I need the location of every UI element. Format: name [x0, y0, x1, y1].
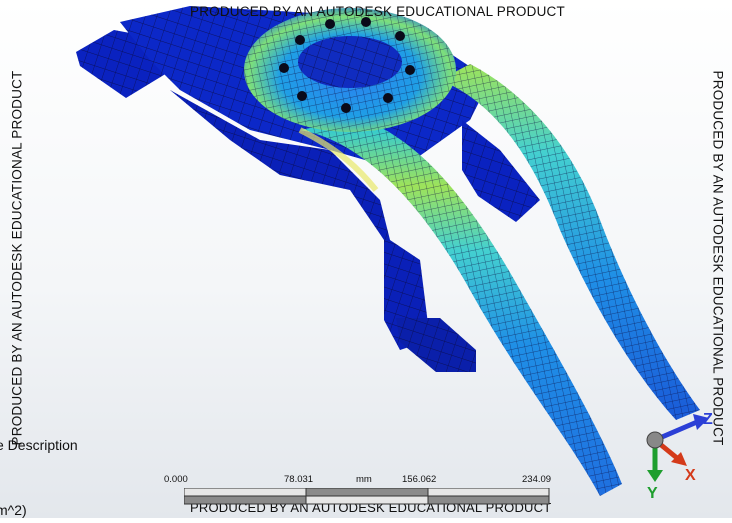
scale-tick-2: 156.062 — [402, 474, 437, 485]
watermark-top: PRODUCED BY AN AUTODESK EDUCATIONAL PROD… — [190, 4, 565, 19]
triad-y-label: Y — [647, 485, 658, 502]
triad-x-axis: X — [653, 438, 696, 484]
legend-line-2: ) — [0, 468, 1, 484]
triad-z-label: Z — [703, 411, 713, 428]
scale-tick-3: 234.09 — [522, 474, 552, 485]
scale-unit: mm — [356, 474, 372, 485]
legend-line-3: m^2) — [0, 502, 27, 518]
view-triad[interactable]: Z X Y — [625, 400, 730, 505]
legend-description-label: e Description — [0, 437, 78, 453]
fea-model-render — [76, 6, 700, 496]
triad-x-label: X — [685, 467, 696, 484]
model-viewport[interactable] — [0, 0, 732, 518]
triad-y-axis: Y — [647, 440, 663, 502]
triad-z-axis: Z — [654, 411, 713, 443]
triad-origin[interactable] — [646, 431, 664, 449]
scale-tick-1: 78.031 — [284, 474, 314, 485]
watermark-right: PRODUCED BY AN AUTODESK EDUCATIONAL PROD… — [710, 70, 726, 446]
bolt-hub — [244, 8, 456, 132]
scale-bar — [184, 488, 550, 505]
scale-tick-0: 0.000 — [164, 474, 188, 485]
watermark-left: PRODUCED BY AN AUTODESK EDUCATIONAL PROD… — [9, 70, 25, 446]
